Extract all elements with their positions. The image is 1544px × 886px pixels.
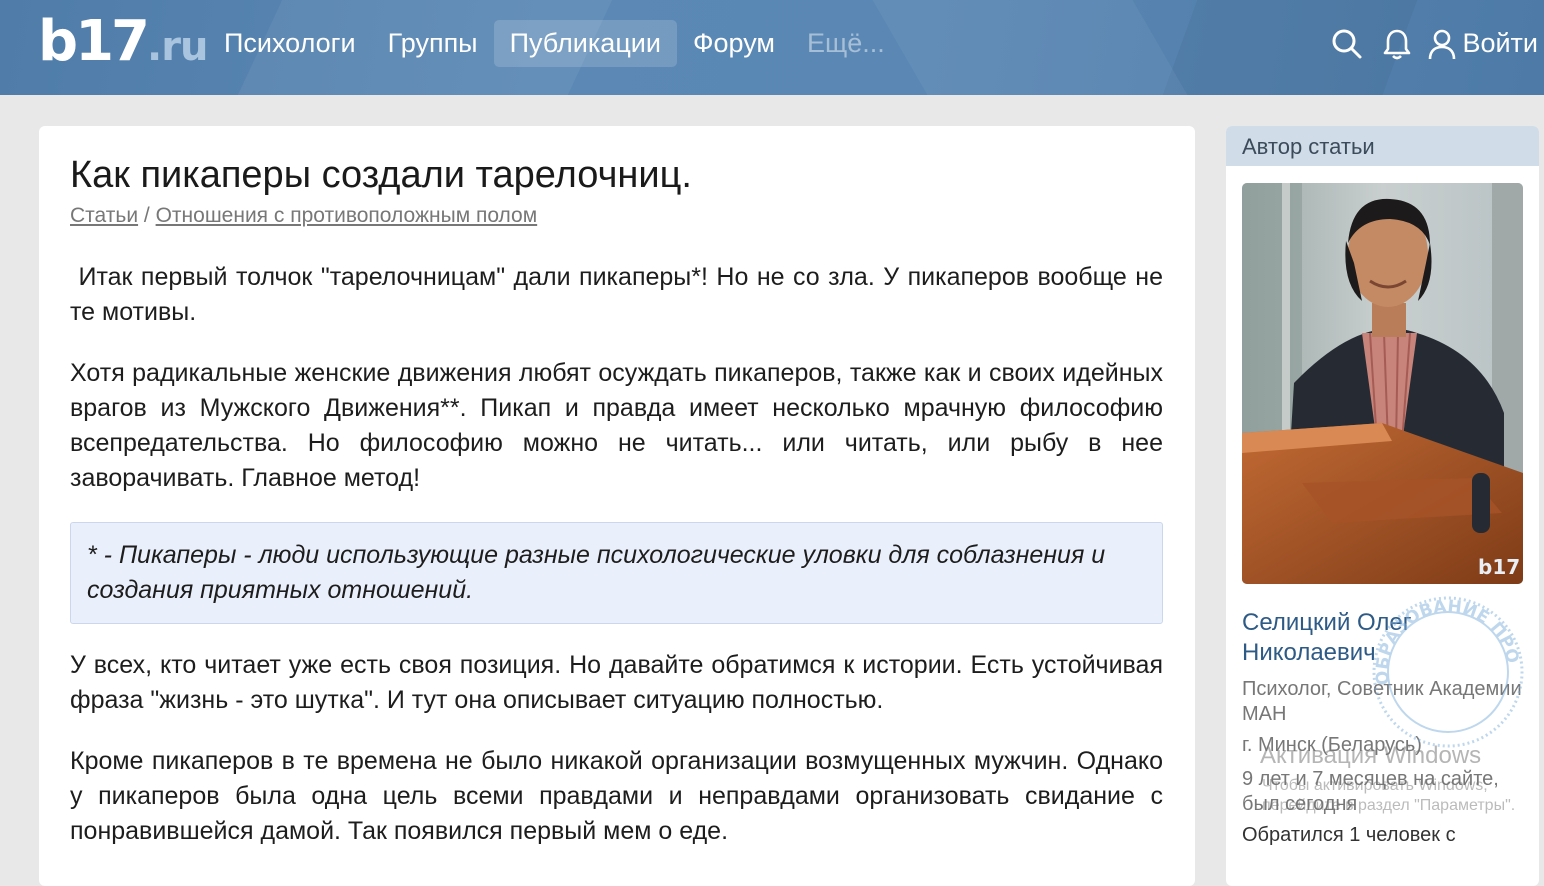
breadcrumb: Статьи / Отношения с противоположным пол… xyxy=(70,204,537,228)
nav-groups[interactable]: Группы xyxy=(372,20,494,67)
author-name-link[interactable]: Селицкий Олег Николаевич xyxy=(1242,608,1532,668)
nav-forum[interactable]: Форум xyxy=(677,20,791,67)
photo-watermark-text: b17 xyxy=(1478,555,1520,579)
author-photo[interactable]: b17 xyxy=(1242,183,1523,584)
bell-icon[interactable] xyxy=(1380,27,1414,61)
author-activity: 9 лет и 7 месяцев на сайте, был сегодня xyxy=(1242,768,1499,815)
header-actions: Войти xyxy=(1314,20,1538,67)
article-paragraph: Кроме пикаперов в те времена не было ник… xyxy=(70,747,1163,845)
sidebar-heading: Автор статьи xyxy=(1226,126,1539,166)
logo-main-text: b17 xyxy=(38,9,150,74)
site-logo[interactable]: b17 .ru xyxy=(38,9,208,74)
login-label: Войти xyxy=(1462,28,1538,58)
article-title: Как пикаперы создали тарелочниц. xyxy=(70,154,692,196)
article-card: Как пикаперы создали тарелочниц. Статьи … xyxy=(39,126,1195,886)
article-paragraph: У всех, кто читает уже есть своя позиция… xyxy=(70,651,1163,714)
breadcrumb-separator: / xyxy=(143,204,150,227)
article-paragraph: Хотя радикальные женские движения любят … xyxy=(70,359,1163,492)
author-sidebar: Автор статьи b17 Селицкий Олег Николаеви… xyxy=(1226,126,1539,886)
logo-domain-text: .ru xyxy=(147,24,208,70)
login-button[interactable]: Войти xyxy=(1428,28,1538,60)
nav-more[interactable]: Ещё... xyxy=(791,20,901,67)
nav-psychologists[interactable]: Психологи xyxy=(208,20,372,67)
footnote-box: * - Пикаперы - люди использующие разные … xyxy=(70,522,1163,624)
header-decoration xyxy=(872,0,1188,95)
search-icon[interactable] xyxy=(1330,27,1364,61)
top-navigation-bar: b17 .ru Психологи Группы Публикации Фору… xyxy=(0,0,1544,95)
breadcrumb-articles[interactable]: Статьи xyxy=(70,204,138,227)
main-nav: Психологи Группы Публикации Форум Ещё... xyxy=(208,20,901,67)
author-role: Психолог, Советник Академии МАН xyxy=(1242,678,1522,725)
article-paragraph: Итак первый толчок "тарелочницам" дали п… xyxy=(70,263,1170,326)
article-body: Итак первый толчок "тарелочницам" дали п… xyxy=(70,260,1163,875)
user-icon xyxy=(1429,29,1456,59)
author-consultations: Обратился 1 человек с xyxy=(1242,824,1456,846)
author-city: г. Минск (Беларусь) xyxy=(1242,734,1422,756)
nav-publications[interactable]: Публикации xyxy=(493,20,677,67)
breadcrumb-category[interactable]: Отношения с противоположным полом xyxy=(156,204,538,227)
